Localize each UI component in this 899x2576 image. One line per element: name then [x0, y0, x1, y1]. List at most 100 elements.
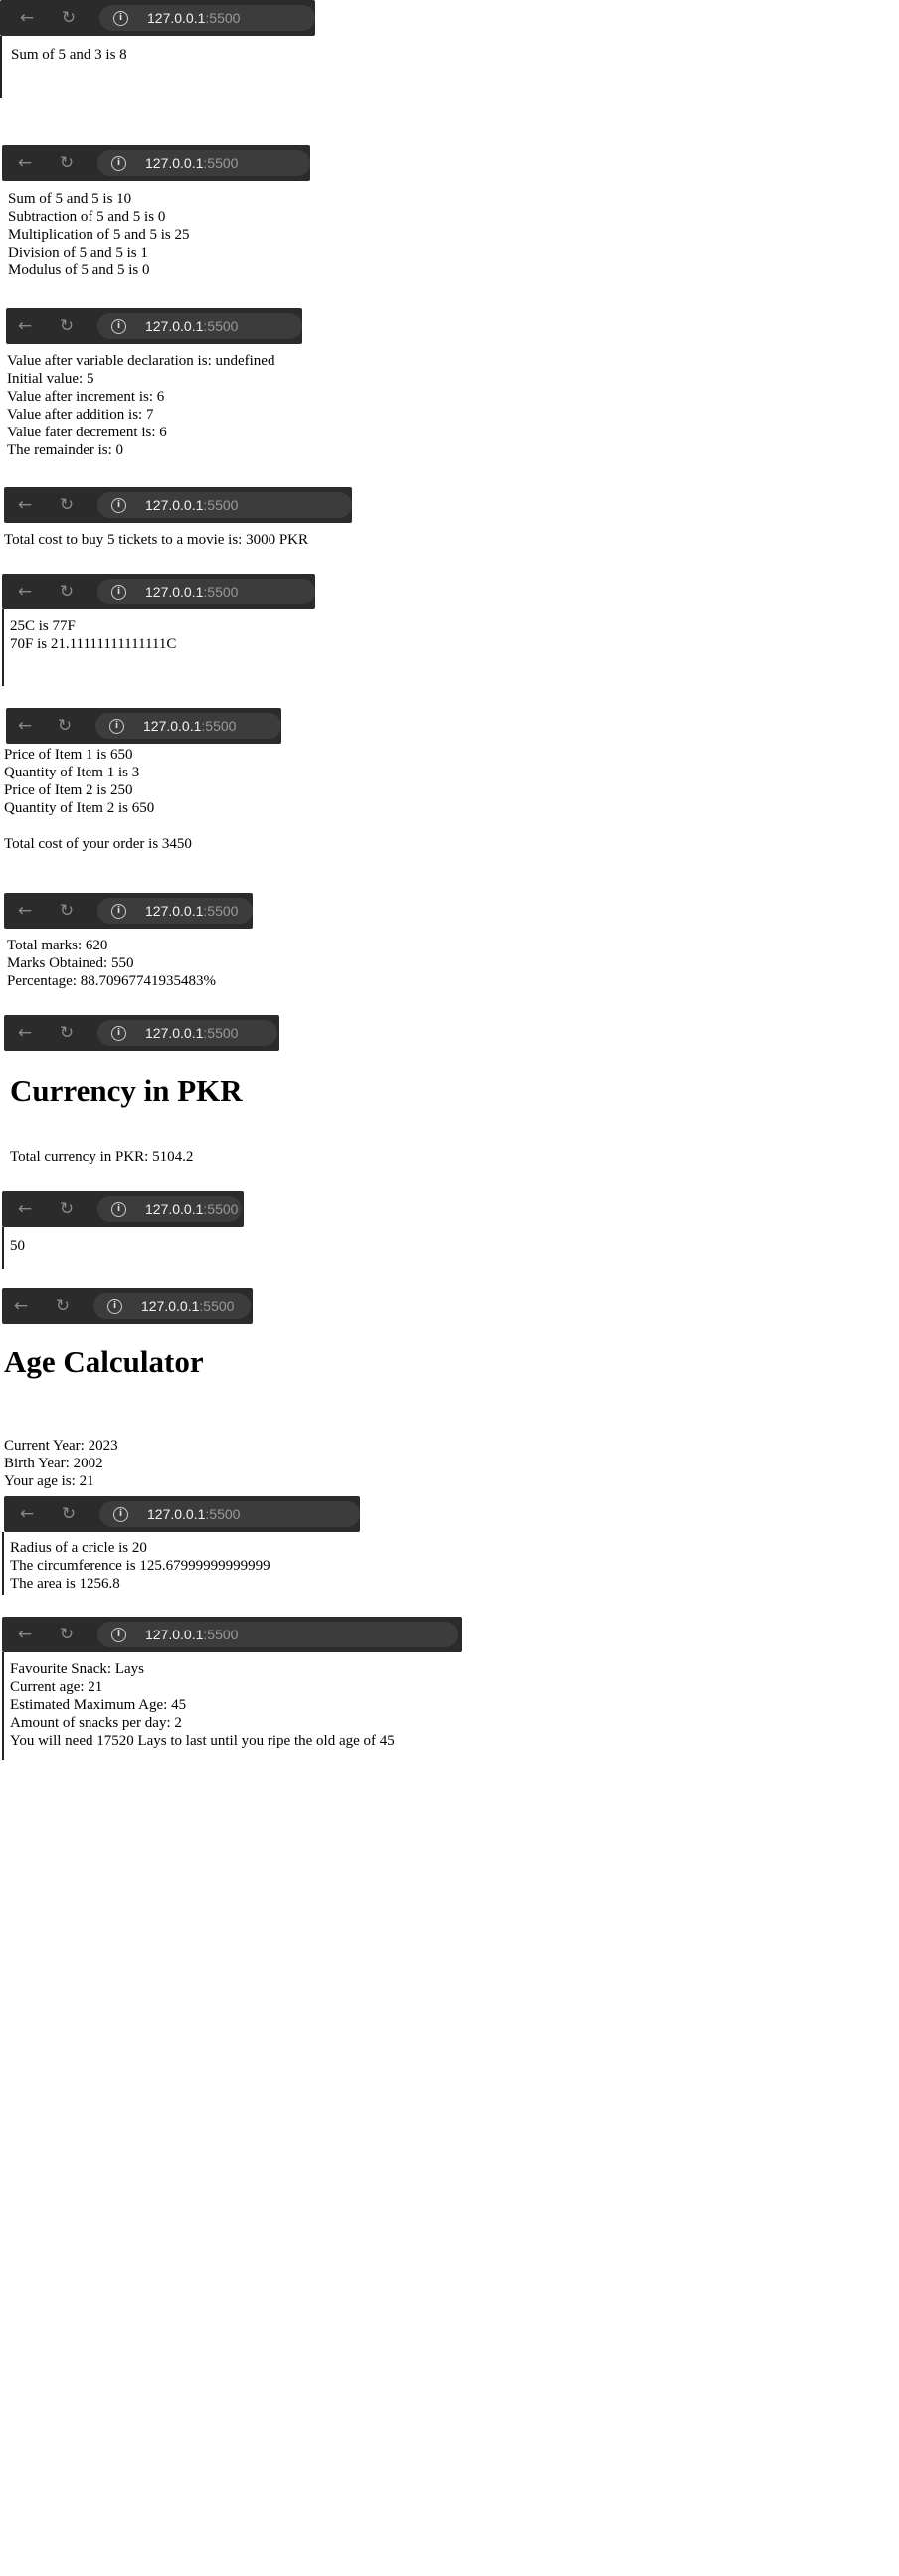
url-text: 127.0.0.1:5500: [145, 1201, 239, 1217]
window-edge: [2, 1227, 4, 1269]
browser-toolbar: ← ↻ i 127.0.0.1:5500: [0, 0, 315, 36]
info-icon[interactable]: i: [111, 319, 126, 334]
output-line: Your age is: 21: [4, 1473, 94, 1489]
address-bar[interactable]: i 127.0.0.1:5500: [97, 150, 310, 176]
url-text: 127.0.0.1:5500: [141, 1298, 235, 1314]
reload-icon[interactable]: ↻: [58, 7, 80, 29]
browser-toolbar: ← ↻ i 127.0.0.1:5500: [2, 1617, 462, 1652]
back-arrow-icon[interactable]: ←: [14, 494, 36, 516]
output-line: 25C is 77F: [10, 618, 76, 634]
info-icon[interactable]: i: [111, 498, 126, 513]
output-text: Total marks: 620 Marks Obtained: 550 Per…: [7, 937, 216, 990]
back-arrow-icon[interactable]: ←: [14, 152, 36, 174]
reload-icon[interactable]: ↻: [56, 900, 78, 922]
address-bar[interactable]: i 127.0.0.1:5500: [97, 1196, 242, 1222]
address-bar[interactable]: i 127.0.0.1:5500: [99, 5, 315, 31]
window-edge: [0, 36, 2, 98]
info-icon[interactable]: i: [109, 719, 124, 734]
output-line: Current age: 21: [10, 1679, 103, 1695]
address-bar[interactable]: i 127.0.0.1:5500: [97, 1020, 277, 1046]
info-icon[interactable]: i: [113, 11, 128, 26]
reload-icon[interactable]: ↻: [58, 1503, 80, 1525]
output-text: Sum of 5 and 3 is 8: [11, 46, 127, 64]
url-text: 127.0.0.1:5500: [145, 155, 239, 171]
back-arrow-icon[interactable]: ←: [14, 1022, 36, 1044]
reload-icon[interactable]: ↻: [56, 581, 78, 602]
output-line: The remainder is: 0: [7, 442, 124, 458]
output-line: Price of Item 2 is 250: [4, 782, 133, 798]
output-line: Modulus of 5 and 5 is 0: [8, 262, 150, 278]
info-icon[interactable]: i: [113, 1507, 128, 1522]
output-line: Value after increment is: 6: [7, 389, 165, 405]
reload-icon[interactable]: ↻: [56, 494, 78, 516]
output-line: The area is 1256.8: [10, 1576, 120, 1592]
output-text: Price of Item 1 is 650 Quantity of Item …: [4, 746, 192, 853]
info-icon[interactable]: i: [111, 904, 126, 919]
browser-toolbar: ← ↻ i 127.0.0.1:5500: [2, 1288, 253, 1324]
address-bar[interactable]: i 127.0.0.1:5500: [93, 1293, 251, 1319]
reload-icon[interactable]: ↻: [56, 1022, 78, 1044]
output-text: 25C is 77F 70F is 21.11111111111111C: [10, 617, 176, 653]
address-bar[interactable]: i 127.0.0.1:5500: [97, 492, 352, 518]
output-text: Sum of 5 and 5 is 10 Subtraction of 5 an…: [8, 190, 189, 279]
output-line: Total cost of your order is 3450: [4, 836, 192, 852]
info-icon[interactable]: i: [111, 1026, 126, 1041]
browser-toolbar: ← ↻ i 127.0.0.1:5500: [4, 487, 352, 523]
output-text: Total cost to buy 5 tickets to a movie i…: [4, 531, 308, 549]
address-bar[interactable]: i 127.0.0.1:5500: [95, 713, 281, 739]
window-edge: [2, 1652, 4, 1760]
output-line: Price of Item 1 is 650: [4, 747, 133, 763]
url-text: 127.0.0.1:5500: [145, 903, 239, 919]
browser-toolbar: ← ↻ i 127.0.0.1:5500: [4, 893, 253, 929]
output-line: Quantity of Item 2 is 650: [4, 800, 155, 816]
window-edge: [2, 1532, 4, 1595]
back-arrow-icon[interactable]: ←: [16, 7, 38, 29]
output-line: Birth Year: 2002: [4, 1456, 103, 1471]
output-line: Total currency in PKR: 5104.2: [10, 1149, 194, 1165]
url-text: 127.0.0.1:5500: [145, 1025, 239, 1041]
url-text: 127.0.0.1:5500: [143, 718, 237, 734]
output-text: Total currency in PKR: 5104.2: [10, 1148, 193, 1166]
output-line: Total marks: 620: [7, 938, 108, 953]
back-arrow-icon[interactable]: ←: [14, 715, 36, 737]
page-heading: Currency in PKR: [10, 1073, 243, 1108]
address-bar[interactable]: i 127.0.0.1:5500: [97, 579, 315, 604]
browser-toolbar: ← ↻ i 127.0.0.1:5500: [2, 145, 310, 181]
back-arrow-icon[interactable]: ←: [14, 1624, 36, 1645]
reload-icon[interactable]: ↻: [54, 715, 76, 737]
output-line: You will need 17520 Lays to last until y…: [10, 1733, 395, 1749]
url-text: 127.0.0.1:5500: [145, 1627, 239, 1642]
output-line: Amount of snacks per day: 2: [10, 1715, 182, 1731]
address-bar[interactable]: i 127.0.0.1:5500: [97, 313, 302, 339]
output-line: Subtraction of 5 and 5 is 0: [8, 209, 166, 225]
reload-icon[interactable]: ↻: [56, 1198, 78, 1220]
info-icon[interactable]: i: [111, 1202, 126, 1217]
output-line: Total cost to buy 5 tickets to a movie i…: [4, 532, 309, 548]
info-icon[interactable]: i: [111, 1628, 126, 1642]
page-heading: Age Calculator: [4, 1344, 204, 1379]
url-text: 127.0.0.1:5500: [145, 497, 239, 513]
back-arrow-icon[interactable]: ←: [14, 900, 36, 922]
reload-icon[interactable]: ↻: [56, 152, 78, 174]
url-text: 127.0.0.1:5500: [145, 318, 239, 334]
output-line: Value after variable declaration is: und…: [7, 353, 275, 369]
address-bar[interactable]: i 127.0.0.1:5500: [97, 1622, 458, 1647]
back-arrow-icon[interactable]: ←: [16, 1503, 38, 1525]
info-icon[interactable]: i: [107, 1299, 122, 1314]
address-bar[interactable]: i 127.0.0.1:5500: [97, 898, 253, 924]
address-bar[interactable]: i 127.0.0.1:5500: [99, 1501, 360, 1527]
output-line: The circumference is 125.67999999999999: [10, 1558, 270, 1574]
back-arrow-icon[interactable]: ←: [14, 315, 36, 337]
back-arrow-icon[interactable]: ←: [14, 581, 36, 602]
browser-toolbar: ← ↻ i 127.0.0.1:5500: [2, 1191, 244, 1227]
back-arrow-icon[interactable]: ←: [10, 1295, 32, 1317]
reload-icon[interactable]: ↻: [52, 1295, 74, 1317]
output-line: 70F is 21.11111111111111C: [10, 636, 177, 652]
back-arrow-icon[interactable]: ←: [14, 1198, 36, 1220]
info-icon[interactable]: i: [111, 585, 126, 600]
reload-icon[interactable]: ↻: [56, 315, 78, 337]
output-line: Initial value: 5: [7, 371, 94, 387]
reload-icon[interactable]: ↻: [56, 1624, 78, 1645]
info-icon[interactable]: i: [111, 156, 126, 171]
